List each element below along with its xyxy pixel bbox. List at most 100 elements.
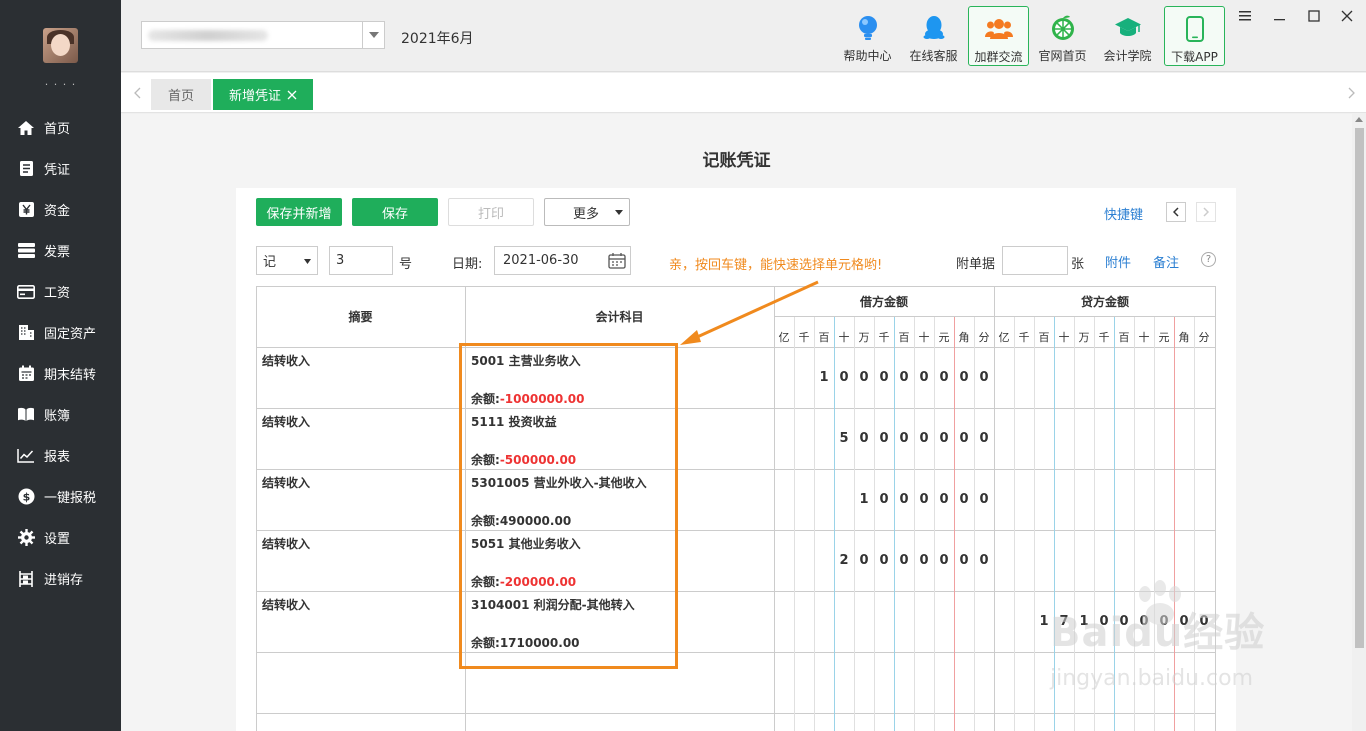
- tab-new-voucher[interactable]: 新增凭证: [213, 79, 313, 110]
- header-tool-label: 帮助中心: [843, 49, 892, 63]
- attach-unit: 张: [1071, 257, 1085, 272]
- save-and-new-button[interactable]: 保存并新增: [256, 198, 342, 226]
- debit-amount-digit: 0: [899, 552, 909, 568]
- maximize-icon[interactable]: [1303, 6, 1325, 26]
- save-button[interactable]: 保存: [352, 198, 438, 226]
- shortcut-link[interactable]: 快捷键: [1104, 204, 1143, 223]
- sidebar-item-3[interactable]: 发票: [0, 230, 121, 271]
- avatar[interactable]: [43, 28, 78, 63]
- col-credit-header: 贷方金额: [1080, 294, 1129, 309]
- debit-amount-digit: 0: [939, 552, 949, 568]
- date-input[interactable]: 2021-06-30: [494, 246, 631, 275]
- debit-amount-digit: 0: [939, 369, 949, 385]
- header-tool-0[interactable]: 帮助中心: [837, 6, 898, 66]
- prev-voucher-button[interactable]: [1166, 202, 1186, 222]
- dollar-icon: $: [17, 488, 35, 506]
- debit-amount-digit: 0: [919, 552, 929, 568]
- header-tool-4[interactable]: 会计学院: [1097, 6, 1158, 66]
- sidebar: · · · · 首页 凭证 资金 发票 工资 固定资产 期末结转 账簿 报表 $ 一键报税 设置 进销存: [0, 0, 121, 731]
- more-dropdown[interactable]: 更多: [544, 198, 630, 226]
- menu-icon[interactable]: [1234, 6, 1256, 26]
- balance-value: 490000.00: [499, 514, 572, 528]
- tab-close-icon[interactable]: [287, 90, 297, 100]
- debit-unit-header: 分: [978, 331, 990, 344]
- help-icon[interactable]: ?: [1201, 252, 1216, 267]
- credit-amount-digit: 1: [1079, 613, 1089, 629]
- scroll-up-icon[interactable]: [1355, 117, 1363, 122]
- credit-unit-header: 千: [1098, 331, 1110, 344]
- summary-cell[interactable]: 结转收入: [262, 413, 310, 430]
- table-row[interactable]: 结转收入 5111 投资收益 余额:-500000.00 5 0 0 0 0 0 0 0: [256, 408, 1216, 469]
- sidebar-item-label: 账簿: [44, 409, 71, 424]
- orange-icon: [1049, 14, 1077, 42]
- account-cell[interactable]: 5001 主营业务收入: [471, 352, 581, 369]
- gear-icon: [17, 529, 35, 547]
- voucher-word-value: 记: [263, 255, 277, 270]
- table-row[interactable]: 结转收入 5301005 营业外收入-其他收入 余额:490000.00 1 0 0 0 0 0…: [256, 469, 1216, 530]
- header-tool-1[interactable]: 在线客服: [903, 6, 964, 66]
- sidebar-item-4[interactable]: 工资: [0, 271, 121, 312]
- attach-count-input[interactable]: [1002, 246, 1068, 275]
- sidebar-item-label: 资金: [44, 204, 71, 219]
- close-icon[interactable]: [1336, 6, 1358, 26]
- voucher-panel: 保存并新增 保存 打印 更多 快捷键 记 3 号 日期: 2021-06-30 …: [236, 188, 1236, 731]
- vertical-scrollbar[interactable]: [1352, 114, 1366, 731]
- warehouse-icon: [17, 570, 35, 588]
- balance-line: 余额:-1000000.00: [471, 390, 585, 407]
- date-value: 2021-06-30: [503, 253, 579, 268]
- summary-cell[interactable]: 结转收入: [262, 352, 310, 369]
- debit-unit-header: 千: [878, 331, 890, 344]
- table-row[interactable]: 结转收入 3104001 利润分配-其他转入 余额:1710000.00 1 7 1 0 0 0…: [256, 591, 1216, 652]
- debit-amount-digit: 1: [819, 369, 829, 385]
- sidebar-item-0[interactable]: 首页: [0, 107, 121, 148]
- page-title: 记账凭证: [702, 151, 771, 171]
- account-cell[interactable]: 5111 投资收益: [471, 413, 557, 430]
- header-tool-3[interactable]: 官网首页: [1032, 6, 1093, 66]
- credit-amount-digit: 7: [1059, 613, 1069, 629]
- sidebar-item-8[interactable]: 报表: [0, 435, 121, 476]
- sidebar-item-1[interactable]: 凭证: [0, 148, 121, 189]
- remark-link[interactable]: 备注: [1153, 252, 1179, 271]
- tab-scroll-right-icon[interactable]: [1343, 83, 1359, 103]
- voucher-word-select[interactable]: 记: [256, 246, 318, 275]
- header-tool-2[interactable]: 加群交流: [968, 6, 1029, 66]
- sidebar-item-5[interactable]: 固定资产: [0, 312, 121, 353]
- minimize-icon[interactable]: [1269, 6, 1291, 26]
- calendar-icon[interactable]: [608, 252, 626, 269]
- sidebar-item-7[interactable]: 账簿: [0, 394, 121, 435]
- next-voucher-button[interactable]: [1196, 202, 1216, 222]
- sidebar-item-9[interactable]: $ 一键报税: [0, 476, 121, 517]
- tab-home[interactable]: 首页: [151, 79, 211, 110]
- sidebar-item-11[interactable]: 进销存: [0, 558, 121, 599]
- header-tool-5[interactable]: 下载APP: [1164, 6, 1225, 66]
- debit-amount-digit: 0: [959, 369, 969, 385]
- chart-icon: [17, 447, 35, 465]
- print-button[interactable]: 打印: [448, 198, 534, 226]
- tab-scroll-left-icon[interactable]: [129, 83, 145, 103]
- balance-line: 余额:-200000.00: [471, 573, 576, 590]
- debit-amount-digit: 0: [859, 552, 869, 568]
- col-summary-header: 摘要: [348, 310, 373, 324]
- table-row[interactable]: 结转收入 5001 主营业务收入 余额:-1000000.00 1 0 0 0 0 0 0 0 0: [256, 347, 1216, 408]
- summary-cell[interactable]: 结转收入: [262, 596, 310, 613]
- scrollbar-thumb[interactable]: [1355, 128, 1364, 648]
- debit-amount-digit: 0: [919, 430, 929, 446]
- account-cell[interactable]: 5051 其他业务收入: [471, 535, 581, 552]
- attachment-link[interactable]: 附件: [1105, 252, 1131, 271]
- sidebar-item-6[interactable]: 期末结转: [0, 353, 121, 394]
- chevron-down-icon[interactable]: [362, 22, 384, 48]
- debit-amount-digit: 0: [939, 491, 949, 507]
- home-icon: [17, 119, 35, 137]
- caret-down-icon: [615, 210, 623, 215]
- summary-cell[interactable]: 结转收入: [262, 535, 310, 552]
- sidebar-item-10[interactable]: 设置: [0, 517, 121, 558]
- debit-unit-header: 百: [818, 331, 830, 344]
- voucher-number-input[interactable]: 3: [329, 246, 393, 275]
- account-set-select[interactable]: [141, 21, 385, 49]
- account-cell[interactable]: 5301005 营业外收入-其他收入: [471, 474, 647, 491]
- summary-cell[interactable]: 结转收入: [262, 474, 310, 491]
- account-cell[interactable]: 3104001 利润分配-其他转入: [471, 596, 635, 613]
- calendar-icon: [17, 365, 35, 383]
- table-row[interactable]: 结转收入 5051 其他业务收入 余额:-200000.00 2 0 0 0 0 0 0 0: [256, 530, 1216, 591]
- sidebar-item-2[interactable]: 资金: [0, 189, 121, 230]
